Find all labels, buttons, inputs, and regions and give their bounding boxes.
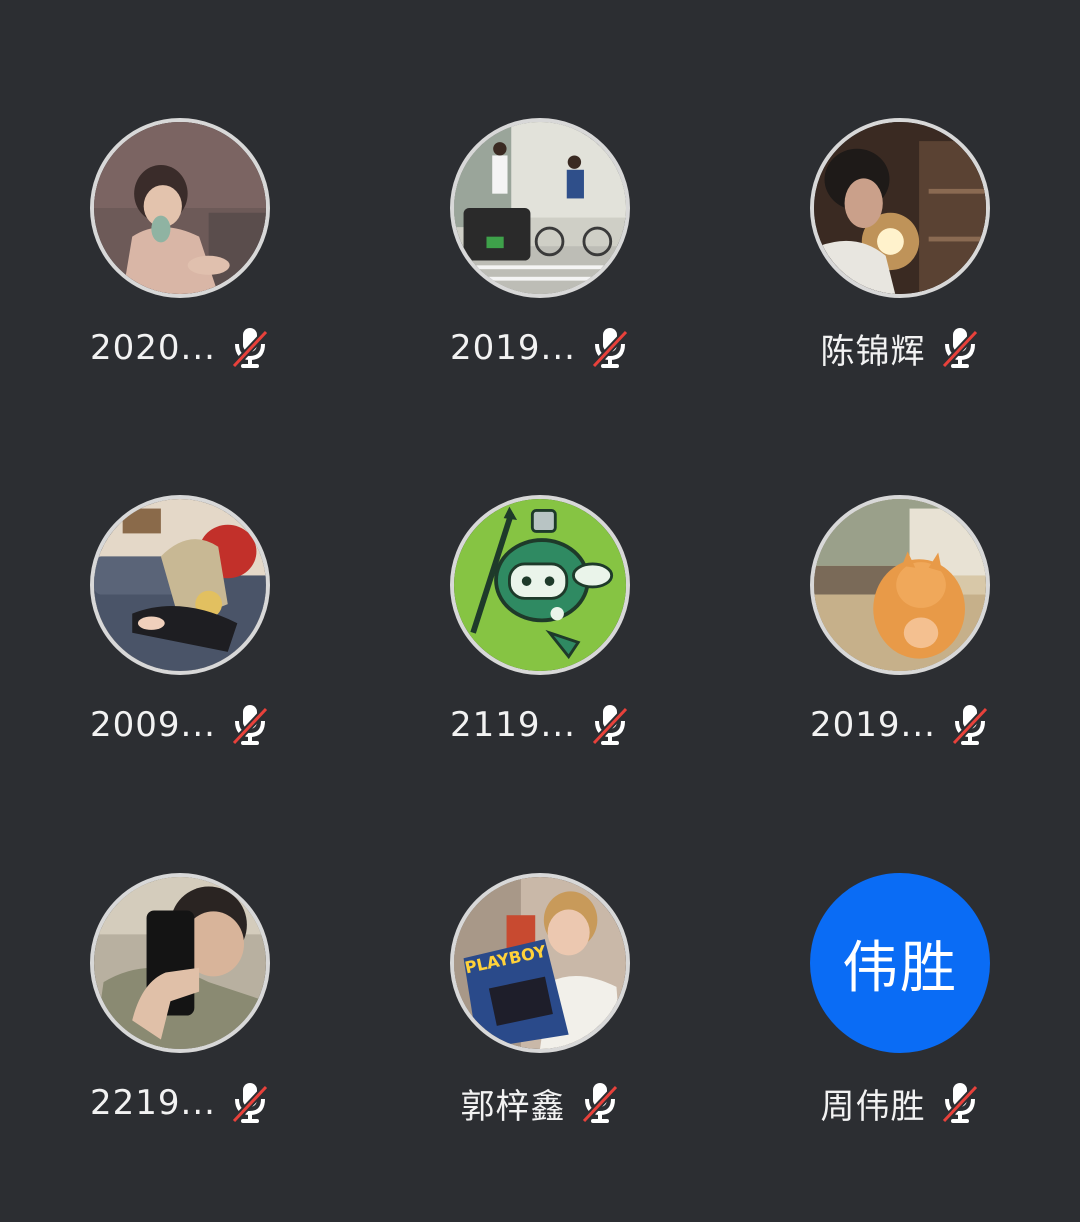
mic-muted-icon xyxy=(940,326,980,370)
participant-tile[interactable]: 2019... xyxy=(720,495,1080,795)
avatar[interactable] xyxy=(90,118,270,298)
participant-name: 2219... xyxy=(90,1083,216,1123)
street-cyclist-photo xyxy=(454,122,626,294)
boy-lamp-photo xyxy=(814,122,986,294)
participant-name: 2119... xyxy=(450,705,576,745)
mic-muted-icon xyxy=(950,703,990,747)
participant-name: 2009... xyxy=(90,705,216,745)
mirror-selfie-photo xyxy=(94,877,266,1049)
boy-reading-magazine-photo: PLAYBOY xyxy=(454,877,626,1049)
avatar[interactable] xyxy=(90,495,270,675)
participant-name: 郭梓鑫 xyxy=(460,1086,566,1127)
avatar[interactable] xyxy=(810,495,990,675)
mic-muted-icon xyxy=(230,326,270,370)
participant-tile[interactable]: 2019... xyxy=(360,118,720,418)
name-row: 2020... xyxy=(0,324,360,372)
participant-tile[interactable]: 2020... xyxy=(0,118,360,418)
participant-tile[interactable]: 2219... xyxy=(0,873,360,1173)
name-row: 2219... xyxy=(0,1079,360,1127)
avatar[interactable] xyxy=(450,495,630,675)
name-row: 陈锦辉 xyxy=(720,324,1080,372)
mic-muted-icon xyxy=(580,1081,620,1125)
participant-tile[interactable]: 陈锦辉 xyxy=(720,118,1080,418)
participant-name: 陈锦辉 xyxy=(820,331,926,372)
participant-tile[interactable]: 2119... xyxy=(360,495,720,795)
mic-muted-icon xyxy=(230,1081,270,1125)
participant-name: 2020... xyxy=(90,328,216,368)
participant-name: 2019... xyxy=(450,328,576,368)
anime-couch-photo xyxy=(94,499,266,671)
name-row: 2009... xyxy=(0,701,360,749)
participant-name: 周伟胜 xyxy=(820,1086,926,1127)
participant-tile[interactable]: 2009... xyxy=(0,495,360,795)
avatar[interactable] xyxy=(90,873,270,1053)
orange-cat-photo xyxy=(814,499,986,671)
green-robot-cartoon xyxy=(454,499,626,671)
mic-muted-icon xyxy=(230,703,270,747)
name-row: 2119... xyxy=(360,701,720,749)
mic-muted-icon xyxy=(940,1081,980,1125)
name-row: 郭梓鑫 xyxy=(360,1079,720,1127)
participant-name: 2019... xyxy=(810,705,936,745)
participant-tile[interactable]: PLAYBOY 郭梓鑫 xyxy=(360,873,720,1173)
participant-tile[interactable]: 伟胜 周伟胜 xyxy=(720,873,1080,1173)
child-drinking-photo xyxy=(94,122,266,294)
avatar[interactable]: PLAYBOY xyxy=(450,873,630,1053)
name-row: 2019... xyxy=(720,701,1080,749)
name-row: 2019... xyxy=(360,324,720,372)
text-avatar[interactable]: 伟胜 xyxy=(810,873,990,1053)
mic-muted-icon xyxy=(590,326,630,370)
avatar[interactable] xyxy=(810,118,990,298)
mic-muted-icon xyxy=(590,703,630,747)
name-row: 周伟胜 xyxy=(720,1079,1080,1127)
avatar[interactable] xyxy=(450,118,630,298)
avatar-initials: 伟胜 xyxy=(842,935,958,1001)
